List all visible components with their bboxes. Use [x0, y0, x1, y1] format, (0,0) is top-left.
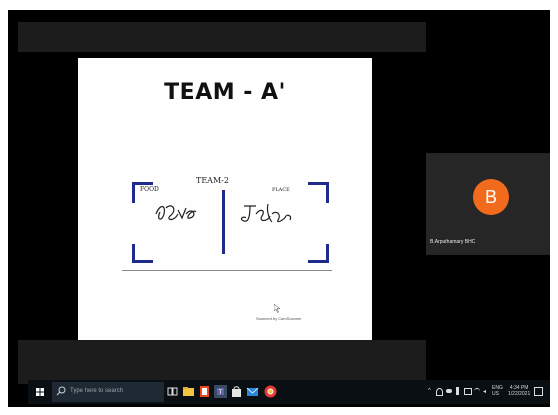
shared-screen: TEAM - A' TEAM-2 FOOD PLACE Scanned by C…	[78, 58, 372, 340]
paper-heading: TEAM-2	[196, 176, 229, 185]
display-icon[interactable]	[464, 388, 472, 395]
office-icon[interactable]	[198, 385, 211, 398]
place-drawing	[240, 203, 292, 223]
meeting-top-bar	[18, 22, 426, 52]
scanned-paper: TEAM-2 FOOD PLACE	[122, 176, 332, 271]
food-drawing	[155, 205, 197, 221]
task-view-icon[interactable]	[166, 385, 179, 398]
battery-icon[interactable]	[456, 387, 459, 395]
slide-title: TEAM - A'	[164, 80, 286, 105]
clock[interactable]: 4:34 PM 1/22/2021	[508, 385, 530, 397]
network-icon[interactable]	[436, 388, 443, 396]
food-label: FOOD	[140, 186, 159, 193]
search-placeholder: Type here to search	[70, 388, 124, 394]
windows-start-icon[interactable]	[28, 380, 52, 404]
meeting-bottom-bar	[18, 340, 426, 384]
scan-caption: Scanned by CamScanner	[256, 316, 302, 321]
place-label: PLACE	[272, 187, 290, 193]
paper-divider	[222, 190, 225, 254]
participant-avatar: B	[473, 179, 509, 215]
participant-name: B.Arputhamary BHC	[430, 239, 476, 245]
participant-tile[interactable]: B B.Arputhamary BHC	[426, 153, 550, 255]
mouse-pointer-icon	[274, 304, 280, 313]
store-icon[interactable]	[230, 385, 243, 398]
windows-taskbar: Type here to search T ^ ◂ ENG US 4:34 PM 1…	[28, 380, 550, 404]
corner-bracket-top-right	[308, 182, 329, 203]
meeting-window: TEAM - A' TEAM-2 FOOD PLACE Scanned by C…	[6, 8, 552, 409]
taskbar-search-box[interactable]: Type here to search	[52, 382, 164, 402]
corner-bracket-bottom-left	[132, 244, 153, 263]
wifi-icon[interactable]	[474, 388, 480, 395]
paper-bottom-edge	[122, 270, 332, 271]
cloud-icon[interactable]	[446, 389, 452, 393]
language-indicator[interactable]: ENG US	[492, 385, 503, 397]
volume-icon[interactable]: ◂	[483, 388, 486, 395]
chrome-icon[interactable]	[264, 385, 277, 398]
svg-text:T: T	[219, 390, 223, 396]
search-icon	[56, 386, 66, 396]
system-tray: ^ ◂ ENG US 4:34 PM 1/22/2021	[426, 380, 546, 404]
corner-bracket-bottom-right	[308, 244, 329, 263]
chevron-up-icon[interactable]: ^	[428, 388, 431, 394]
file-explorer-icon[interactable]	[182, 385, 195, 398]
mail-icon[interactable]	[246, 385, 259, 398]
notification-icon[interactable]	[534, 387, 543, 396]
teams-icon[interactable]: T	[214, 385, 227, 398]
